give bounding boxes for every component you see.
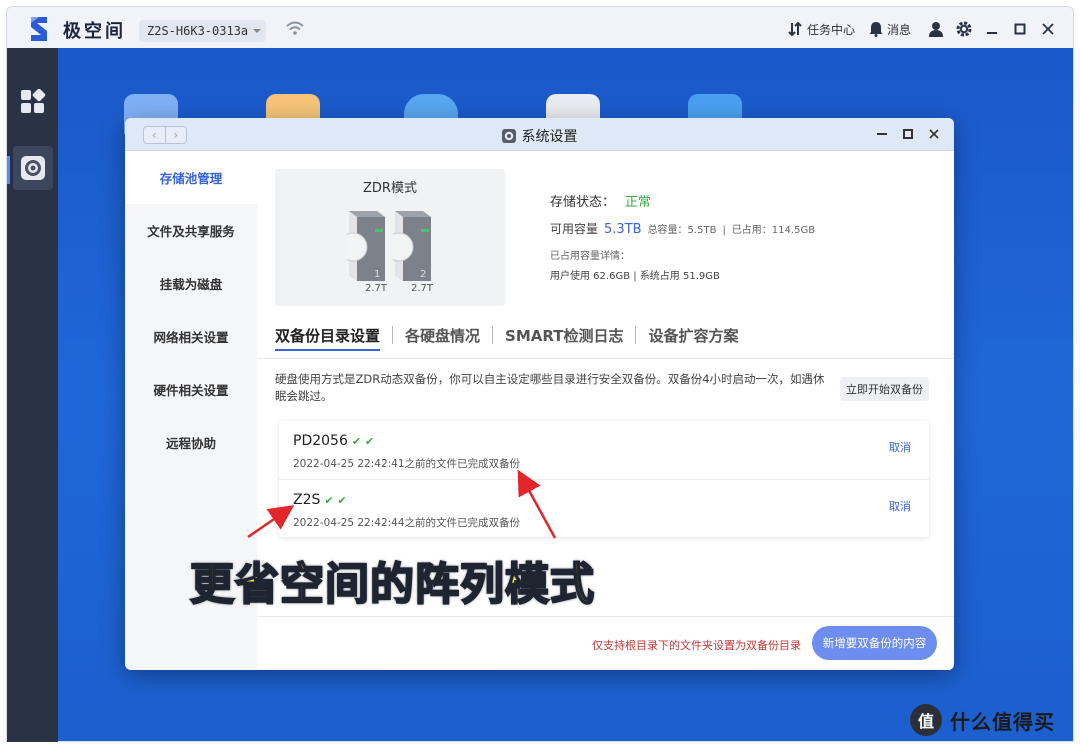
backup-name: Z2S	[293, 492, 321, 508]
list-item: PD2056 ✔ ✔ 2022-04-25 22:42:41之前的文件已完成双备…	[279, 421, 929, 479]
window-close-button[interactable]	[926, 126, 942, 142]
backup-list: PD2056 ✔ ✔ 2022-04-25 22:42:41之前的文件已完成双备…	[279, 421, 929, 537]
watermark-text: 什么值得买	[950, 709, 1055, 734]
start-backup-button[interactable]: 立即开始双备份	[840, 377, 929, 401]
tab-disk-status[interactable]: 各硬盘情况	[393, 325, 492, 346]
nav-item-network[interactable]: 网络相关设置	[125, 310, 257, 363]
rail-apps-button[interactable]	[13, 80, 53, 124]
window-title: 系统设置	[521, 129, 578, 145]
user-icon	[929, 22, 943, 37]
task-center-label: 任务中心	[806, 22, 855, 37]
total-capacity: 总容量：5.5TB	[647, 225, 717, 236]
close-icon	[1042, 23, 1054, 35]
double-check-icon: ✔ ✔	[351, 434, 375, 448]
backup-name: PD2056	[293, 433, 348, 449]
cancel-backup-link[interactable]: 取消	[889, 439, 911, 455]
maximize-button[interactable]	[1009, 18, 1031, 40]
status-label: 存储状态：	[550, 195, 616, 210]
storage-mode-title: ZDR模式	[363, 181, 417, 196]
rail-active-indicator	[7, 156, 10, 184]
disk-size: 2.7T	[411, 283, 434, 294]
nav-item-remote-assist[interactable]: 远程协助	[125, 416, 257, 469]
tab-expansion-plan[interactable]: 设备扩容方案	[636, 325, 750, 346]
minimize-icon	[987, 32, 997, 34]
maximize-icon	[1014, 23, 1026, 35]
used-capacity: 已占用：114.5GB	[731, 225, 816, 236]
maximize-icon	[903, 129, 913, 139]
tab-smart-log[interactable]: SMART检测日志	[493, 325, 635, 346]
nav-item-file-sharing[interactable]: 文件及共享服务	[125, 204, 257, 257]
add-backup-button[interactable]: 新增要双备份的内容	[812, 626, 937, 660]
bell-icon	[869, 22, 883, 37]
available-value: 5.3TB	[604, 222, 642, 237]
rail-settings-app-button[interactable]	[13, 146, 53, 190]
messages-label: 消息	[886, 22, 911, 37]
transfer-icon	[788, 21, 802, 37]
minimize-button[interactable]	[981, 18, 1003, 40]
device-name: Z2S-H6K3-0313a	[147, 24, 249, 38]
apps-grid-icon	[21, 89, 46, 113]
app-top-bar: 极空间 Z2S-H6K3-0313a 任务中心 消息	[6, 6, 1074, 48]
cancel-backup-link[interactable]: 取消	[889, 498, 911, 514]
backup-status: 2022-04-25 22:42:44之前的文件已完成双备份	[293, 517, 521, 529]
minimize-icon	[877, 133, 887, 135]
available-label: 可用容量	[550, 222, 599, 236]
settings-button[interactable]	[953, 18, 975, 40]
settings-app-icon	[501, 129, 516, 143]
settings-footer: 仅支持根目录下的文件夹设置为双备份目录 新增要双备份的内容	[257, 616, 954, 670]
watermark: 值 什么值得买	[910, 704, 1055, 736]
wifi-icon	[286, 21, 304, 35]
app-logo-icon	[31, 17, 47, 41]
watermark-logo-icon: 值	[910, 704, 942, 736]
disk-index: 2	[420, 269, 426, 280]
storage-tabs: 双备份目录设置 各硬盘情况 SMART检测日志 设备扩容方案	[275, 323, 751, 351]
gear-icon	[956, 21, 972, 37]
nav-item-storage-pool[interactable]: 存储池管理	[125, 151, 257, 204]
side-rail	[6, 48, 58, 742]
window-title-bar: ‹ › 系统设置	[125, 118, 954, 151]
user-button[interactable]	[925, 18, 947, 40]
annotation-caption: 更省空间的阵列模式	[189, 558, 595, 611]
disk-size: 2.7T	[365, 283, 388, 294]
window-minimize-button[interactable]	[874, 126, 890, 142]
messages-button[interactable]: 消息	[869, 21, 911, 38]
close-icon	[929, 129, 939, 139]
tabs-divider	[257, 358, 954, 359]
tab-backup-dirs[interactable]: 双备份目录设置	[275, 325, 392, 351]
app-name: 极空间	[63, 21, 126, 42]
nav-item-hardware[interactable]: 硬件相关设置	[125, 363, 257, 416]
backup-status: 2022-04-25 22:42:41之前的文件已完成双备份	[293, 458, 521, 470]
usage-detail-label: 已占用容量详情：	[550, 251, 630, 262]
disk-index: 1	[374, 269, 380, 280]
footer-note: 仅支持根目录下的文件夹设置为双备份目录	[592, 639, 801, 652]
user-usage: 用户使用 62.6GB	[550, 271, 631, 282]
window-maximize-button[interactable]	[900, 126, 916, 142]
storage-mode-card: ZDR模式 1 2 2.7T 2.7T	[275, 169, 505, 306]
task-center-button[interactable]: 任务中心	[787, 21, 855, 38]
hard-disk-icon: 2	[393, 211, 431, 281]
nav-item-mount-disk[interactable]: 挂载为磁盘	[125, 257, 257, 310]
status-value: 正常	[625, 195, 652, 210]
close-button[interactable]	[1037, 18, 1059, 40]
storage-status: 存储状态： 正常 可用容量 5.3TB 总容量：5.5TB | 已占用：114.…	[550, 191, 815, 282]
disk-settings-icon	[21, 156, 45, 180]
chevron-down-icon	[253, 29, 262, 33]
hard-disk-icon: 1	[347, 211, 385, 281]
device-selector[interactable]: Z2S-H6K3-0313a	[139, 20, 267, 42]
system-usage: 系统占用 51.9GB	[639, 271, 720, 282]
list-item: Z2S ✔ ✔ 2022-04-25 22:42:44之前的文件已完成双备份 取…	[279, 479, 929, 537]
backup-description: 硬盘使用方式是ZDR动态双备份，你可以自主设定哪些目录进行安全双备份。双备份4小…	[275, 372, 825, 403]
double-check-icon: ✔ ✔	[324, 493, 347, 507]
